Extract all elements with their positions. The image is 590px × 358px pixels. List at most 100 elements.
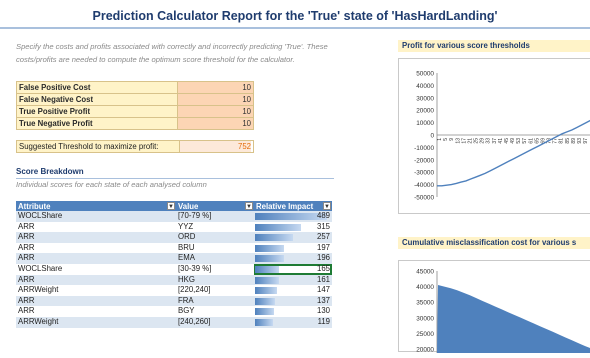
impact-value: 161 xyxy=(316,274,330,284)
input-value[interactable]: 10 xyxy=(177,93,254,106)
threshold-value[interactable]: 752 xyxy=(180,141,251,152)
impact-cell[interactable]: 197 xyxy=(254,242,332,254)
table-row[interactable]: ARR HKG 161 xyxy=(16,274,332,286)
input-label: True Negative Profit xyxy=(16,117,178,130)
value-cell[interactable]: [30-39 %] xyxy=(176,263,254,275)
threshold-label: Suggested Threshold to maximize profit: xyxy=(17,141,180,152)
y-tick-label: 50000 xyxy=(416,71,434,78)
value-cell[interactable]: [70-79 %] xyxy=(176,211,254,222)
misclassification-chart[interactable]: 45000 40000 35000 30000 25000 20000 xyxy=(398,260,590,354)
report-title: Prediction Calculator Report for the 'Tr… xyxy=(92,9,498,23)
attribute-cell[interactable]: WOCLShare xyxy=(16,263,176,275)
table-row[interactable]: WOCLShare [30-39 %] 165 xyxy=(16,263,332,275)
input-row: True Positive Profit 10 xyxy=(16,105,254,118)
input-value[interactable]: 10 xyxy=(177,105,254,118)
score-breakdown-table: Attribute ▼ Value ▼ Relative Impact ▼ WOCLS… xyxy=(16,201,332,328)
profit-chart-title: Profit for various score thresholds xyxy=(398,40,590,52)
impact-cell[interactable]: 119 xyxy=(254,316,332,328)
attribute-cell[interactable]: ARR xyxy=(16,306,176,317)
impact-value: 197 xyxy=(316,242,330,252)
score-breakdown-subtitle: Individual scores for each state of each… xyxy=(16,180,207,189)
value-column-header[interactable]: Value ▼ xyxy=(176,201,254,211)
profit-chart-svg: 50000 40000 30000 20000 10000 0 -10000 -20000 -3… xyxy=(414,71,590,202)
impact-bar xyxy=(255,276,279,284)
impact-cell[interactable]: 137 xyxy=(254,295,332,307)
impact-cell[interactable]: 130 xyxy=(254,306,332,317)
value-cell[interactable]: [240,260] xyxy=(176,316,254,328)
table-row[interactable]: WOCLShare [70-79 %] 489 xyxy=(16,211,332,222)
impact-bar xyxy=(255,244,284,252)
attribute-cell[interactable]: ARR xyxy=(16,242,176,254)
input-value[interactable]: 10 xyxy=(177,81,254,94)
sort-dropdown-icon[interactable]: ▼ xyxy=(323,202,331,210)
y-tick-label: -50000 xyxy=(414,195,434,202)
title-divider xyxy=(0,27,590,29)
misclassification-area xyxy=(437,285,590,353)
impact-bar xyxy=(255,234,293,242)
value-cell[interactable]: BGY xyxy=(176,306,254,317)
value-cell[interactable]: [220,240] xyxy=(176,285,254,296)
profit-chart[interactable]: 50000 40000 30000 20000 10000 0 -10000 -20000 -3… xyxy=(398,58,590,214)
filter-dropdown-icon[interactable]: ▼ xyxy=(167,202,175,210)
y-tick-label: 40000 xyxy=(416,83,434,90)
suggested-threshold: Suggested Threshold to maximize profit: … xyxy=(16,140,254,153)
y-tick-label: 25000 xyxy=(416,331,434,338)
attribute-cell[interactable]: ARR xyxy=(16,274,176,286)
value-cell[interactable]: FRA xyxy=(176,295,254,307)
impact-column-header[interactable]: Relative Impact ▼ xyxy=(254,201,332,211)
y-tick-label: 45000 xyxy=(416,269,434,276)
impact-cell[interactable]: 315 xyxy=(254,221,332,233)
score-breakdown-title: Score Breakdown xyxy=(16,167,84,176)
profit-series-line xyxy=(437,119,590,187)
attribute-cell[interactable]: WOCLShare xyxy=(16,211,176,222)
value-cell[interactable]: HKG xyxy=(176,274,254,286)
y-tick-label: 20000 xyxy=(416,108,434,115)
table-row[interactable]: ARR YYZ 315 xyxy=(16,221,332,233)
cost-instructions-note: Specify the costs and profits associated… xyxy=(16,42,328,64)
input-value[interactable]: 10 xyxy=(177,117,254,130)
impact-header-label: Relative Impact xyxy=(256,201,314,211)
impact-cell[interactable]: 165 xyxy=(254,263,332,275)
value-cell[interactable]: ORD xyxy=(176,232,254,243)
attribute-cell[interactable]: ARR xyxy=(16,253,176,264)
value-cell[interactable]: EMA xyxy=(176,253,254,264)
impact-bar xyxy=(255,318,273,326)
table-row[interactable]: ARR BGY 130 xyxy=(16,306,332,317)
table-row[interactable]: ARRWeight [240,260] 119 xyxy=(16,316,332,328)
table-row[interactable]: ARR BRU 197 xyxy=(16,242,332,254)
impact-bar xyxy=(255,297,275,305)
table-row[interactable]: ARR FRA 137 xyxy=(16,295,332,307)
attribute-column-header[interactable]: Attribute ▼ xyxy=(16,201,176,211)
input-label: False Positive Cost xyxy=(16,81,178,94)
y-tick-label: -10000 xyxy=(414,145,434,152)
value-cell[interactable]: BRU xyxy=(176,242,254,254)
input-row: True Negative Profit 10 xyxy=(16,117,254,130)
impact-cell[interactable]: 147 xyxy=(254,285,332,296)
impact-value: 137 xyxy=(316,295,330,305)
table-row[interactable]: ARRWeight [220,240] 147 xyxy=(16,285,332,296)
impact-cell[interactable]: 489 xyxy=(254,211,332,222)
attribute-cell[interactable]: ARR xyxy=(16,232,176,243)
attribute-cell[interactable]: ARRWeight xyxy=(16,285,176,296)
input-label: True Positive Profit xyxy=(16,105,178,118)
impact-cell[interactable]: 196 xyxy=(254,253,332,264)
impact-cell[interactable]: 161 xyxy=(254,274,332,286)
misclassification-chart-title: Cumulative misclassification cost for va… xyxy=(398,237,590,249)
impact-bar xyxy=(255,265,279,273)
table-row[interactable]: ARR ORD 257 xyxy=(16,232,332,243)
attribute-cell[interactable]: ARRWeight xyxy=(16,316,176,328)
input-row: False Positive Cost 10 xyxy=(16,81,254,94)
value-cell[interactable]: YYZ xyxy=(176,221,254,233)
impact-value: 165 xyxy=(316,263,330,273)
cost-profit-inputs: False Positive Cost 10 False Negative Cost… xyxy=(16,81,254,130)
attribute-cell[interactable]: ARR xyxy=(16,295,176,307)
y-tick-label: 10000 xyxy=(416,120,434,127)
impact-value: 119 xyxy=(317,316,330,326)
impact-cell[interactable]: 257 xyxy=(254,232,332,243)
table-row[interactable]: ARR EMA 196 xyxy=(16,253,332,264)
y-tick-label: -30000 xyxy=(414,170,434,177)
attribute-cell[interactable]: ARR xyxy=(16,221,176,233)
value-header-label: Value xyxy=(178,201,199,211)
y-tick-label: 20000 xyxy=(416,347,434,354)
filter-dropdown-icon[interactable]: ▼ xyxy=(245,202,253,210)
